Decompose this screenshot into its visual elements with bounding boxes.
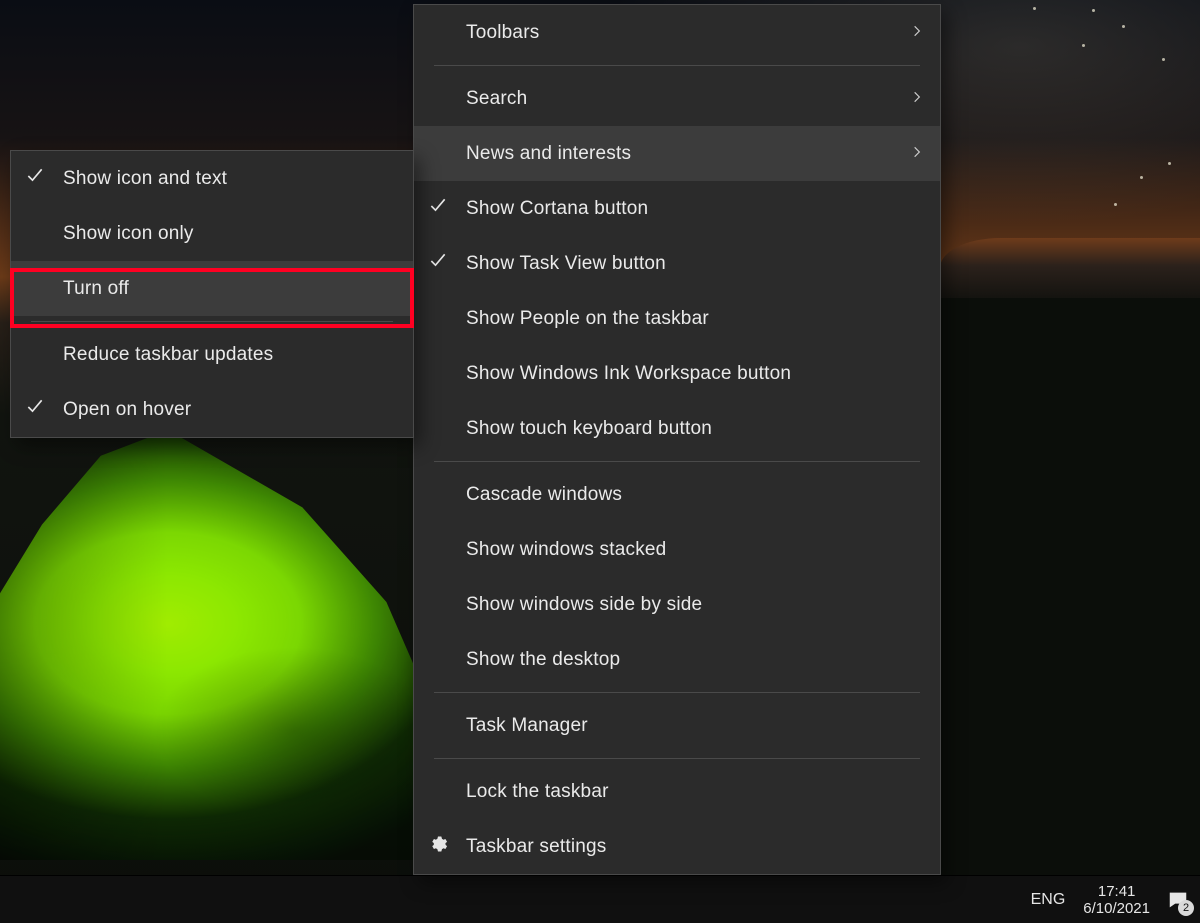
menu-item-lock-taskbar[interactable]: Lock the taskbar [414, 764, 940, 819]
language-indicator[interactable]: ENG [1027, 891, 1070, 909]
menu-item-label: News and interests [466, 143, 631, 165]
clock-date: 6/10/2021 [1083, 900, 1150, 917]
taskbar-context-menu: Toolbars Search News and interests Show … [413, 4, 941, 875]
star-icon [1140, 176, 1143, 179]
star-icon [1082, 44, 1085, 47]
menu-item-label: Show the desktop [466, 649, 620, 671]
menu-item-label: Lock the taskbar [466, 781, 609, 803]
menu-item-taskbar-settings[interactable]: Taskbar settings [414, 819, 940, 874]
menu-item-label: Show Windows Ink Workspace button [466, 363, 791, 385]
menu-item-windows-stacked[interactable]: Show windows stacked [414, 522, 940, 577]
star-icon [1033, 7, 1036, 10]
clock[interactable]: 17:41 6/10/2021 [1083, 883, 1150, 917]
star-icon [1122, 25, 1125, 28]
menu-item-label: Taskbar settings [466, 836, 607, 858]
star-icon [1162, 58, 1165, 61]
star-icon [1168, 162, 1171, 165]
menu-item-windows-side-by-side[interactable]: Show windows side by side [414, 577, 940, 632]
menu-item-show-touch-keyboard[interactable]: Show touch keyboard button [414, 401, 940, 456]
menu-item-show-ink-workspace[interactable]: Show Windows Ink Workspace button [414, 346, 940, 401]
submenu-item-show-icon-only[interactable]: Show icon only [11, 206, 413, 261]
menu-separator [434, 692, 920, 693]
menu-item-label: Show Task View button [466, 253, 666, 275]
menu-item-cascade-windows[interactable]: Cascade windows [414, 467, 940, 522]
clock-time: 17:41 [1083, 883, 1150, 900]
news-and-interests-submenu: Show icon and text Show icon only Turn o… [10, 150, 414, 438]
check-icon [25, 397, 45, 423]
menu-item-label: Show windows side by side [466, 594, 702, 616]
menu-separator [31, 321, 393, 322]
menu-item-show-desktop[interactable]: Show the desktop [414, 632, 940, 687]
submenu-item-reduce-updates[interactable]: Reduce taskbar updates [11, 327, 413, 382]
star-icon [1114, 203, 1117, 206]
submenu-item-turn-off[interactable]: Turn off [11, 261, 413, 316]
menu-item-label: Show windows stacked [466, 539, 666, 561]
ground-dark [940, 298, 1200, 883]
menu-item-label: Show icon only [63, 223, 194, 245]
menu-separator [434, 461, 920, 462]
menu-item-label: Cascade windows [466, 484, 622, 506]
gear-icon [428, 834, 448, 860]
submenu-item-open-on-hover[interactable]: Open on hover [11, 382, 413, 437]
taskbar[interactable]: ENG 17:41 6/10/2021 2 [0, 875, 1200, 923]
menu-item-show-task-view[interactable]: Show Task View button [414, 236, 940, 291]
notification-badge: 2 [1178, 900, 1194, 916]
check-icon [428, 251, 448, 277]
menu-item-label: Open on hover [63, 399, 191, 421]
menu-item-label: Show Cortana button [466, 198, 648, 220]
action-center-icon[interactable]: 2 [1164, 886, 1192, 914]
menu-item-label: Show People on the taskbar [466, 308, 709, 330]
menu-item-label: Toolbars [466, 22, 539, 44]
menu-item-label: Task Manager [466, 715, 588, 737]
menu-item-label: Show icon and text [63, 168, 227, 190]
chevron-right-icon [910, 88, 924, 110]
menu-item-show-cortana[interactable]: Show Cortana button [414, 181, 940, 236]
menu-separator [434, 758, 920, 759]
menu-item-label: Reduce taskbar updates [63, 344, 273, 366]
system-tray: ENG 17:41 6/10/2021 2 [1027, 883, 1200, 917]
menu-item-task-manager[interactable]: Task Manager [414, 698, 940, 753]
star-icon [1092, 9, 1095, 12]
menu-item-toolbars[interactable]: Toolbars [414, 5, 940, 60]
menu-item-label: Turn off [63, 278, 129, 300]
menu-item-show-people[interactable]: Show People on the taskbar [414, 291, 940, 346]
menu-separator [434, 65, 920, 66]
check-icon [25, 166, 45, 192]
chevron-right-icon [910, 22, 924, 44]
menu-item-news-and-interests[interactable]: News and interests [414, 126, 940, 181]
check-icon [428, 196, 448, 222]
submenu-item-show-icon-and-text[interactable]: Show icon and text [11, 151, 413, 206]
chevron-right-icon [910, 143, 924, 165]
menu-item-search[interactable]: Search [414, 71, 940, 126]
menu-item-label: Show touch keyboard button [466, 418, 712, 440]
menu-item-label: Search [466, 88, 527, 110]
